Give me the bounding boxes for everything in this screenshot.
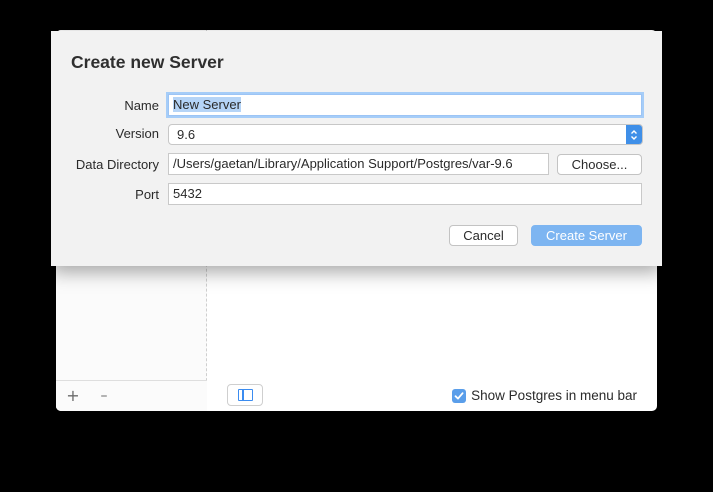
- sidebar-toolbar: + –: [56, 380, 207, 411]
- port-label: Port: [135, 187, 159, 202]
- version-label: Version: [115, 126, 159, 141]
- dialog-title: Create new Server: [71, 52, 224, 72]
- select-arrows-icon: [626, 125, 642, 144]
- checkmark-icon: [454, 391, 464, 399]
- port-field[interactable]: 5432: [168, 183, 642, 205]
- name-value: New Server: [173, 97, 241, 112]
- data-directory-field[interactable]: /Users/gaetan/Library/Application Suppor…: [168, 153, 549, 175]
- sidebar-icon: [238, 389, 253, 401]
- cancel-button[interactable]: Cancel: [449, 225, 518, 246]
- choose-button[interactable]: Choose...: [557, 154, 642, 175]
- name-field[interactable]: New Server: [168, 94, 642, 116]
- version-select[interactable]: 9.6: [168, 124, 643, 145]
- version-value: 9.6: [177, 127, 196, 142]
- show-in-menubar-checkbox[interactable]: [452, 388, 467, 403]
- data-directory-label: Data Directory: [75, 157, 159, 172]
- show-in-menubar-label: Show Postgres in menu bar: [471, 388, 637, 403]
- add-server-icon[interactable]: +: [65, 388, 81, 404]
- remove-server-icon[interactable]: –: [96, 388, 112, 404]
- sidebar-toggle-button[interactable]: [227, 384, 263, 406]
- show-in-menubar-option[interactable]: Show Postgres in menu bar: [452, 388, 637, 403]
- create-server-button[interactable]: Create Server: [531, 225, 642, 246]
- create-server-sheet: Create new Server Name New Server Versio…: [51, 31, 662, 266]
- name-label: Name: [124, 98, 159, 113]
